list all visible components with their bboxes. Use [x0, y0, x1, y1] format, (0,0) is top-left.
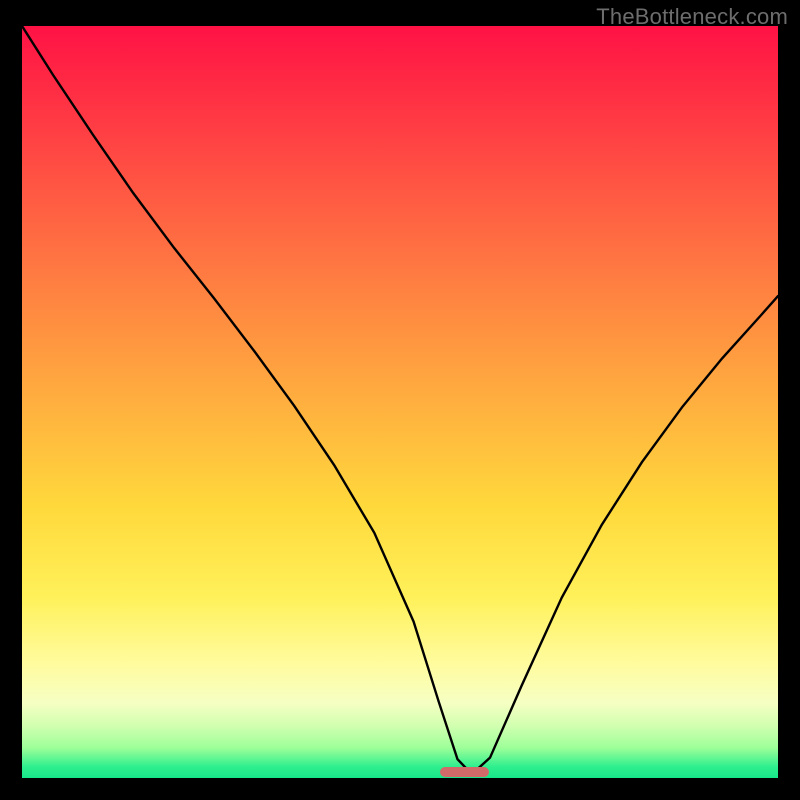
curve-svg	[22, 26, 778, 778]
bottleneck-curve-path	[22, 26, 778, 774]
minimum-marker	[440, 767, 489, 777]
watermark-text: TheBottleneck.com	[596, 4, 788, 30]
plot-area	[22, 26, 778, 778]
chart-frame: TheBottleneck.com	[0, 0, 800, 800]
